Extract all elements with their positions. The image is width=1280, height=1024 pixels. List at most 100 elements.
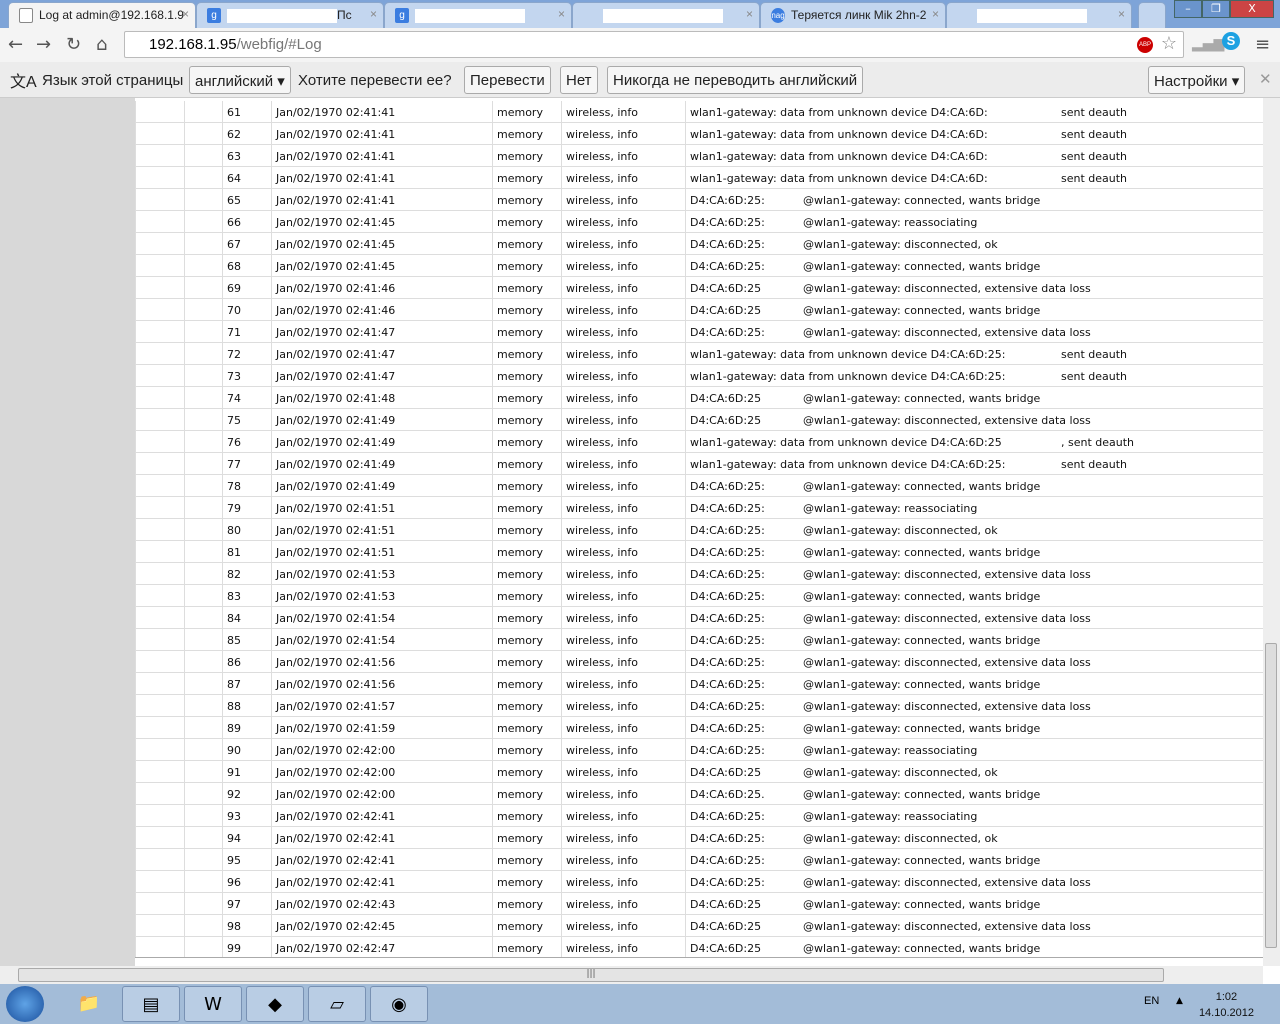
menu-icon[interactable]: ≡ bbox=[1255, 34, 1270, 55]
tab-google-1[interactable]: g Пс × bbox=[196, 2, 384, 28]
home-icon[interactable]: ⌂ bbox=[96, 34, 107, 55]
scroll-thumb[interactable] bbox=[1265, 643, 1277, 948]
message-prefix: D4:CA:6D:25: bbox=[690, 722, 765, 735]
table-row[interactable]: 86 Jan/02/1970 02:41:56 memory wireless, in… bbox=[135, 651, 1263, 673]
table-row[interactable]: 71 Jan/02/1970 02:41:47 memory wireless, in… bbox=[135, 321, 1263, 343]
horizontal-scrollbar[interactable]: ||| bbox=[0, 966, 1263, 984]
tab-google-2[interactable]: g × bbox=[384, 2, 572, 28]
table-row[interactable]: 87 Jan/02/1970 02:41:56 memory wireless, in… bbox=[135, 673, 1263, 695]
cell-number: 89 bbox=[222, 717, 271, 739]
table-row[interactable]: 76 Jan/02/1970 02:41:49 memory wireless, in… bbox=[135, 431, 1263, 453]
reload-icon[interactable]: ↻ bbox=[66, 34, 81, 55]
table-row[interactable]: 82 Jan/02/1970 02:41:53 memory wireless, in… bbox=[135, 563, 1263, 585]
cell-blank bbox=[184, 387, 222, 409]
table-row[interactable]: 61 Jan/02/1970 02:41:41 memory wireless, in… bbox=[135, 101, 1263, 123]
notepad-icon[interactable]: ▱ bbox=[308, 986, 366, 1022]
close-translate-icon[interactable]: ✕ bbox=[1259, 70, 1272, 88]
tab-log[interactable]: Log at admin@192.168.1.9 × bbox=[8, 2, 196, 28]
table-row[interactable]: 88 Jan/02/1970 02:41:57 memory wireless, in… bbox=[135, 695, 1263, 717]
table-row[interactable]: 94 Jan/02/1970 02:42:41 memory wireless, in… bbox=[135, 827, 1263, 849]
address-bar[interactable]: 192.168.1.95/webfig/#Log ABP ☆ bbox=[124, 31, 1184, 58]
table-row[interactable]: 97 Jan/02/1970 02:42:43 memory wireless, in… bbox=[135, 893, 1263, 915]
cell-time: Jan/02/1970 02:41:47 bbox=[271, 365, 492, 387]
minimize-button[interactable]: – bbox=[1174, 0, 1202, 18]
signal-icon[interactable]: ▂▄▆ bbox=[1192, 36, 1224, 52]
tray-expand-icon[interactable]: ▲ bbox=[1176, 996, 1183, 1006]
table-row[interactable]: 72 Jan/02/1970 02:41:47 memory wireless, in… bbox=[135, 343, 1263, 365]
language-select[interactable]: английский ▾ bbox=[189, 66, 291, 94]
table-row[interactable]: 62 Jan/02/1970 02:41:41 memory wireless, in… bbox=[135, 123, 1263, 145]
app-icon[interactable]: ◆ bbox=[246, 986, 304, 1022]
forward-icon[interactable]: → bbox=[36, 34, 51, 55]
warcraft-icon[interactable]: W bbox=[184, 986, 242, 1022]
never-translate-button[interactable]: Никогда не переводить английский bbox=[607, 66, 864, 94]
table-row[interactable]: 99 Jan/02/1970 02:42:47 memory wireless, in… bbox=[135, 937, 1263, 957]
close-icon[interactable]: × bbox=[932, 7, 939, 21]
language-indicator[interactable]: EN bbox=[1144, 995, 1159, 1007]
table-row[interactable]: 63 Jan/02/1970 02:41:41 memory wireless, in… bbox=[135, 145, 1263, 167]
table-row[interactable]: 83 Jan/02/1970 02:41:53 memory wireless, in… bbox=[135, 585, 1263, 607]
tab-redacted-2[interactable]: × bbox=[946, 2, 1132, 28]
bookmark-star-icon[interactable]: ☆ bbox=[1161, 33, 1177, 54]
close-icon[interactable]: × bbox=[182, 7, 189, 21]
close-icon[interactable]: × bbox=[558, 7, 565, 21]
table-row[interactable]: 89 Jan/02/1970 02:41:59 memory wireless, in… bbox=[135, 717, 1263, 739]
scroll-thumb[interactable]: ||| bbox=[18, 968, 1164, 982]
cell-buffer: memory bbox=[492, 563, 561, 585]
table-row[interactable]: 95 Jan/02/1970 02:42:41 memory wireless, in… bbox=[135, 849, 1263, 871]
table-row[interactable]: 67 Jan/02/1970 02:41:45 memory wireless, in… bbox=[135, 233, 1263, 255]
message-prefix: D4:CA:6D:25: bbox=[690, 832, 765, 845]
message-suffix: @wlan1-gateway: disconnected, extensive … bbox=[803, 326, 1091, 339]
settings-button[interactable]: Настройки ▾ bbox=[1148, 66, 1246, 94]
chrome-icon[interactable]: ◉ bbox=[370, 986, 428, 1022]
message-suffix: @wlan1-gateway: disconnected, extensive … bbox=[803, 568, 1091, 581]
message-prefix: D4:CA:6D:25: bbox=[690, 612, 765, 625]
table-row[interactable]: 78 Jan/02/1970 02:41:49 memory wireless, in… bbox=[135, 475, 1263, 497]
clock[interactable]: 1:02 14.10.2012 bbox=[1199, 989, 1254, 1021]
table-row[interactable]: 77 Jan/02/1970 02:41:49 memory wireless, in… bbox=[135, 453, 1263, 475]
table-row[interactable]: 81 Jan/02/1970 02:41:51 memory wireless, in… bbox=[135, 541, 1263, 563]
app-window-icon[interactable]: ▤ bbox=[122, 986, 180, 1022]
tab-nag[interactable]: nag Теряется линк Mik 2hn-2 × bbox=[760, 2, 946, 28]
cell-topics: wireless, info bbox=[561, 563, 685, 585]
restore-button[interactable]: ❐ bbox=[1202, 0, 1230, 18]
back-icon[interactable]: ← bbox=[8, 34, 23, 55]
table-row[interactable]: 68 Jan/02/1970 02:41:45 memory wireless, in… bbox=[135, 255, 1263, 277]
table-row[interactable]: 75 Jan/02/1970 02:41:49 memory wireless, in… bbox=[135, 409, 1263, 431]
start-button[interactable] bbox=[6, 986, 44, 1022]
adblock-icon[interactable]: ABP bbox=[1137, 37, 1153, 53]
no-button[interactable]: Нет bbox=[560, 66, 598, 94]
translate-button[interactable]: Перевести bbox=[464, 66, 551, 94]
table-row[interactable]: 80 Jan/02/1970 02:41:51 memory wireless, in… bbox=[135, 519, 1263, 541]
skype-icon[interactable]: S bbox=[1222, 32, 1240, 50]
table-row[interactable]: 64 Jan/02/1970 02:41:41 memory wireless, in… bbox=[135, 167, 1263, 189]
cell-message: D4:CA:6D:25: @wlan1-gateway: reassociatin… bbox=[685, 805, 1263, 827]
table-row[interactable]: 66 Jan/02/1970 02:41:45 memory wireless, in… bbox=[135, 211, 1263, 233]
table-row[interactable]: 91 Jan/02/1970 02:42:00 memory wireless, in… bbox=[135, 761, 1263, 783]
table-row[interactable]: 85 Jan/02/1970 02:41:54 memory wireless, in… bbox=[135, 629, 1263, 651]
tab-redacted[interactable]: × bbox=[572, 2, 760, 28]
table-row[interactable]: 69 Jan/02/1970 02:41:46 memory wireless, in… bbox=[135, 277, 1263, 299]
vertical-scrollbar[interactable] bbox=[1263, 98, 1280, 966]
table-row[interactable]: 93 Jan/02/1970 02:42:41 memory wireless, in… bbox=[135, 805, 1263, 827]
close-icon[interactable]: × bbox=[746, 7, 753, 21]
new-tab-button[interactable] bbox=[1138, 2, 1166, 28]
cell-blank bbox=[135, 211, 184, 233]
table-row[interactable]: 65 Jan/02/1970 02:41:41 memory wireless, in… bbox=[135, 189, 1263, 211]
message-suffix: @wlan1-gateway: connected, wants bridge bbox=[803, 942, 1041, 955]
close-icon[interactable]: × bbox=[370, 7, 377, 21]
close-icon[interactable]: × bbox=[1118, 7, 1125, 21]
cell-blank bbox=[135, 937, 184, 957]
table-row[interactable]: 90 Jan/02/1970 02:42:00 memory wireless, in… bbox=[135, 739, 1263, 761]
table-row[interactable]: 73 Jan/02/1970 02:41:47 memory wireless, in… bbox=[135, 365, 1263, 387]
explorer-icon[interactable]: 📁 bbox=[60, 986, 118, 1022]
table-row[interactable]: 92 Jan/02/1970 02:42:00 memory wireless, in… bbox=[135, 783, 1263, 805]
table-row[interactable]: 96 Jan/02/1970 02:42:41 memory wireless, in… bbox=[135, 871, 1263, 893]
table-row[interactable]: 74 Jan/02/1970 02:41:48 memory wireless, in… bbox=[135, 387, 1263, 409]
table-row[interactable]: 98 Jan/02/1970 02:42:45 memory wireless, in… bbox=[135, 915, 1263, 937]
table-row[interactable]: 70 Jan/02/1970 02:41:46 memory wireless, in… bbox=[135, 299, 1263, 321]
table-row[interactable]: 84 Jan/02/1970 02:41:54 memory wireless, in… bbox=[135, 607, 1263, 629]
cell-blank bbox=[184, 673, 222, 695]
table-row[interactable]: 79 Jan/02/1970 02:41:51 memory wireless, in… bbox=[135, 497, 1263, 519]
window-close-button[interactable]: X bbox=[1230, 0, 1274, 18]
